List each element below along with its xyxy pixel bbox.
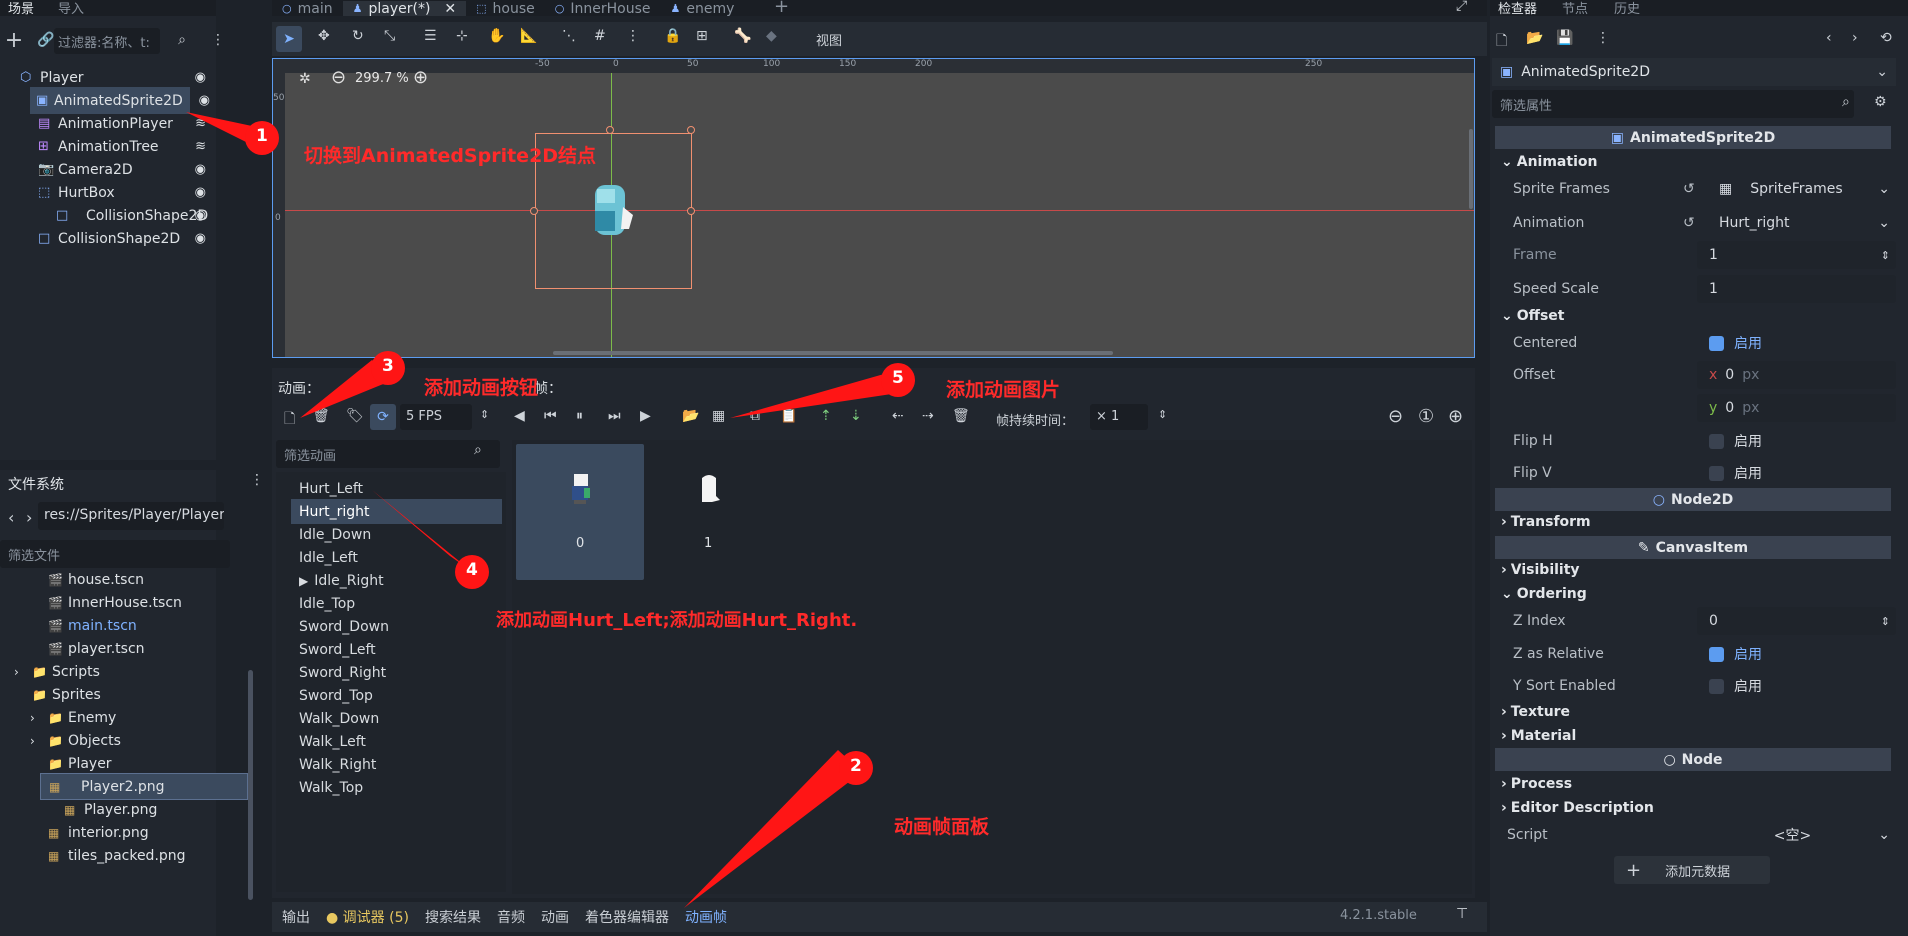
annotation-number-3: 3: [382, 356, 394, 376]
annotation-number-2: 2: [850, 756, 862, 776]
annotation-number-4: 4: [466, 560, 478, 580]
annotation-arrow-4: [372, 490, 470, 570]
annotation-number-5: 5: [892, 368, 904, 388]
annotation-text-4: 添加动画Hurt_Left;添加动画Hurt_Right.: [496, 610, 858, 631]
annotation-text-5: 添加动画图片: [946, 379, 1061, 401]
annotation-text-2: 动画帧面板: [894, 816, 990, 838]
annotation-text-3: 添加动画按钮: [424, 377, 539, 399]
annotation-text-1: 切换到AnimatedSprite2D结点: [304, 145, 597, 167]
annotation-number-1: 1: [256, 126, 268, 146]
annotation-arrow-2: [684, 750, 862, 908]
annotation-overlay: [186, 112, 915, 908]
annotation-arrow-5: [730, 374, 892, 418]
